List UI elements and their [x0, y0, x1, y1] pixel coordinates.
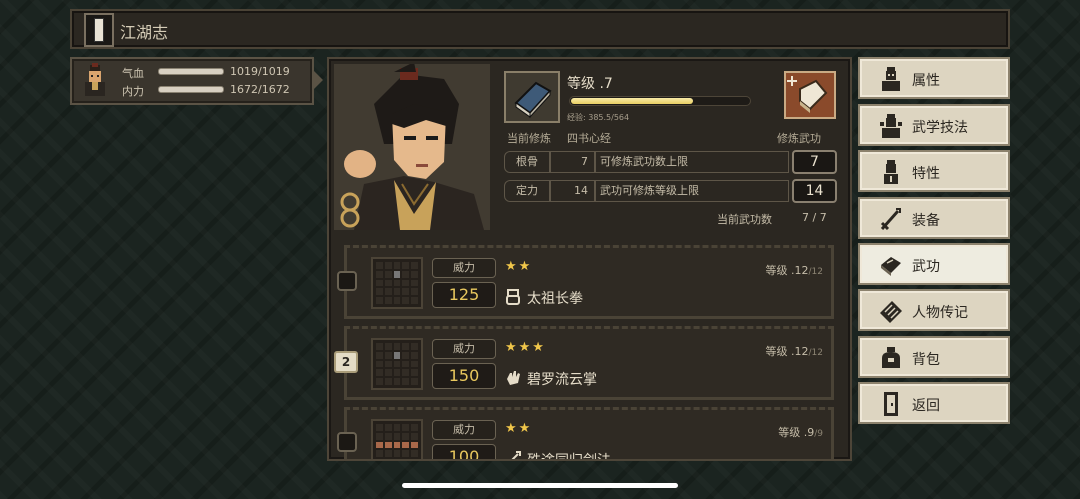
menu-label: 武功	[912, 259, 940, 275]
current-practice-book: 四书心经	[567, 132, 611, 145]
trait-person-icon	[884, 160, 898, 184]
bag-icon	[882, 347, 900, 368]
skill-level: 等级 .9/9	[778, 426, 823, 439]
menu-martial-arts[interactable]: 武功	[858, 243, 1010, 285]
palm-icon	[507, 371, 520, 385]
attribute-cap: 7	[792, 150, 837, 174]
attribute-name: 定力	[504, 180, 550, 202]
power-value: 150	[432, 363, 496, 389]
journal-icon	[84, 13, 114, 47]
menu-label: 属性	[912, 73, 940, 89]
practice-button[interactable]	[784, 71, 836, 119]
current-practice-label: 当前修炼	[507, 132, 551, 145]
skill-card[interactable]: 威力 100 ★★ 等级 .9/9 殊途同归剑法	[344, 407, 834, 459]
menu-label: 装备	[912, 213, 940, 229]
rank-stars: ★★	[505, 259, 533, 274]
skill-pattern-grid	[371, 338, 423, 390]
menu-martial-techniques[interactable]: 武学技法	[858, 104, 1010, 146]
power-label: 威力	[432, 420, 496, 440]
menu-label: 背包	[912, 352, 940, 368]
menu-attributes[interactable]: 属性	[858, 57, 1010, 99]
martial-arts-panel: 等级 .7 经验: 385.5/564 当前修炼 四书心经 修炼武功 根骨 7 …	[327, 57, 852, 461]
power-value: 100	[432, 444, 496, 459]
sword-icon	[511, 451, 521, 459]
menu-label: 人物传记	[912, 305, 968, 321]
menu-label: 特性	[912, 166, 940, 182]
skill-count-value: 7 / 7	[802, 211, 827, 224]
title-bar: 江湖志	[70, 9, 1010, 49]
attribute-row-gengu: 根骨 7 可修炼武功数上限 7	[504, 150, 837, 174]
hp-value: 1019/1019	[230, 65, 290, 78]
menu-label: 返回	[912, 398, 940, 414]
book-plus-icon	[787, 76, 828, 113]
skill-pattern-grid	[371, 419, 423, 459]
current-book-icon[interactable]	[504, 71, 560, 123]
skill-name: 太祖长拳	[527, 291, 583, 307]
skill-card[interactable]: 威力 125 ★★ 等级 .12/12 太祖长拳	[344, 245, 834, 319]
slot-badge[interactable]: 2	[334, 351, 358, 373]
menu-equipment[interactable]: 装备	[858, 197, 1010, 239]
menu-label: 武学技法	[912, 120, 968, 136]
cultivation-level: 等级 .7	[567, 76, 613, 92]
fist-icon	[506, 289, 520, 305]
menu-return[interactable]: 返回	[858, 382, 1010, 424]
scroll-icon	[880, 301, 902, 323]
attribute-cap: 14	[792, 179, 837, 203]
power-label: 威力	[432, 258, 496, 278]
attribute-name: 根骨	[504, 151, 550, 173]
person-icon	[882, 67, 900, 91]
exp-text: 经验: 385.5/564	[567, 113, 630, 122]
skill-level: 等级 .12/12	[765, 345, 823, 358]
practice-button-label: 修炼武功	[777, 132, 821, 145]
skill-level: 等级 .12/12	[765, 264, 823, 277]
hp-bar	[158, 68, 224, 75]
rank-stars: ★★★	[505, 340, 546, 355]
avatar	[85, 63, 105, 96]
mp-bar	[158, 86, 224, 93]
skill-name: 碧罗流云掌	[527, 372, 597, 388]
mp-value: 1672/1672	[230, 83, 290, 96]
martial-person-icon	[880, 114, 902, 138]
rank-stars: ★★	[505, 421, 533, 436]
slot-checkbox[interactable]	[337, 432, 357, 452]
attribute-desc: 武功可修炼等级上限	[595, 180, 789, 202]
power-label: 威力	[432, 339, 496, 359]
home-indicator[interactable]	[402, 483, 678, 488]
sword-icon	[880, 208, 901, 231]
hp-label: 气血	[122, 67, 144, 80]
skill-name: 殊途同归剑法	[527, 450, 611, 459]
menu-backpack[interactable]: 背包	[858, 336, 1010, 378]
attribute-desc: 可修炼武功数上限	[595, 151, 789, 173]
exp-bar	[569, 96, 751, 106]
menu-biography[interactable]: 人物传记	[858, 289, 1010, 331]
attribute-row-dingli: 定力 14 武功可修炼等级上限 14	[504, 179, 837, 203]
book-icon	[881, 257, 901, 276]
attribute-value: 7	[550, 151, 595, 173]
player-status-panel: 气血 1019/1019 内力 1672/1672	[70, 57, 314, 105]
page-title: 江湖志	[120, 23, 169, 42]
menu-traits[interactable]: 特性	[858, 150, 1010, 192]
skill-pattern-grid	[371, 257, 423, 309]
exp-bar-fill	[571, 98, 693, 104]
door-icon	[884, 392, 898, 416]
mp-label: 内力	[122, 85, 144, 98]
attribute-value: 14	[550, 180, 595, 202]
skill-count-label: 当前武功数	[717, 213, 772, 226]
character-portrait	[334, 64, 490, 230]
slot-checkbox[interactable]	[337, 271, 357, 291]
skill-list[interactable]: 威力 125 ★★ 等级 .12/12 太祖长拳 威力 150 ★★★ 等级 .…	[329, 237, 850, 459]
expand-arrow-icon[interactable]	[313, 70, 323, 90]
skill-card[interactable]: 威力 150 ★★★ 等级 .12/12 碧罗流云掌	[344, 326, 834, 400]
power-value: 125	[432, 282, 496, 308]
